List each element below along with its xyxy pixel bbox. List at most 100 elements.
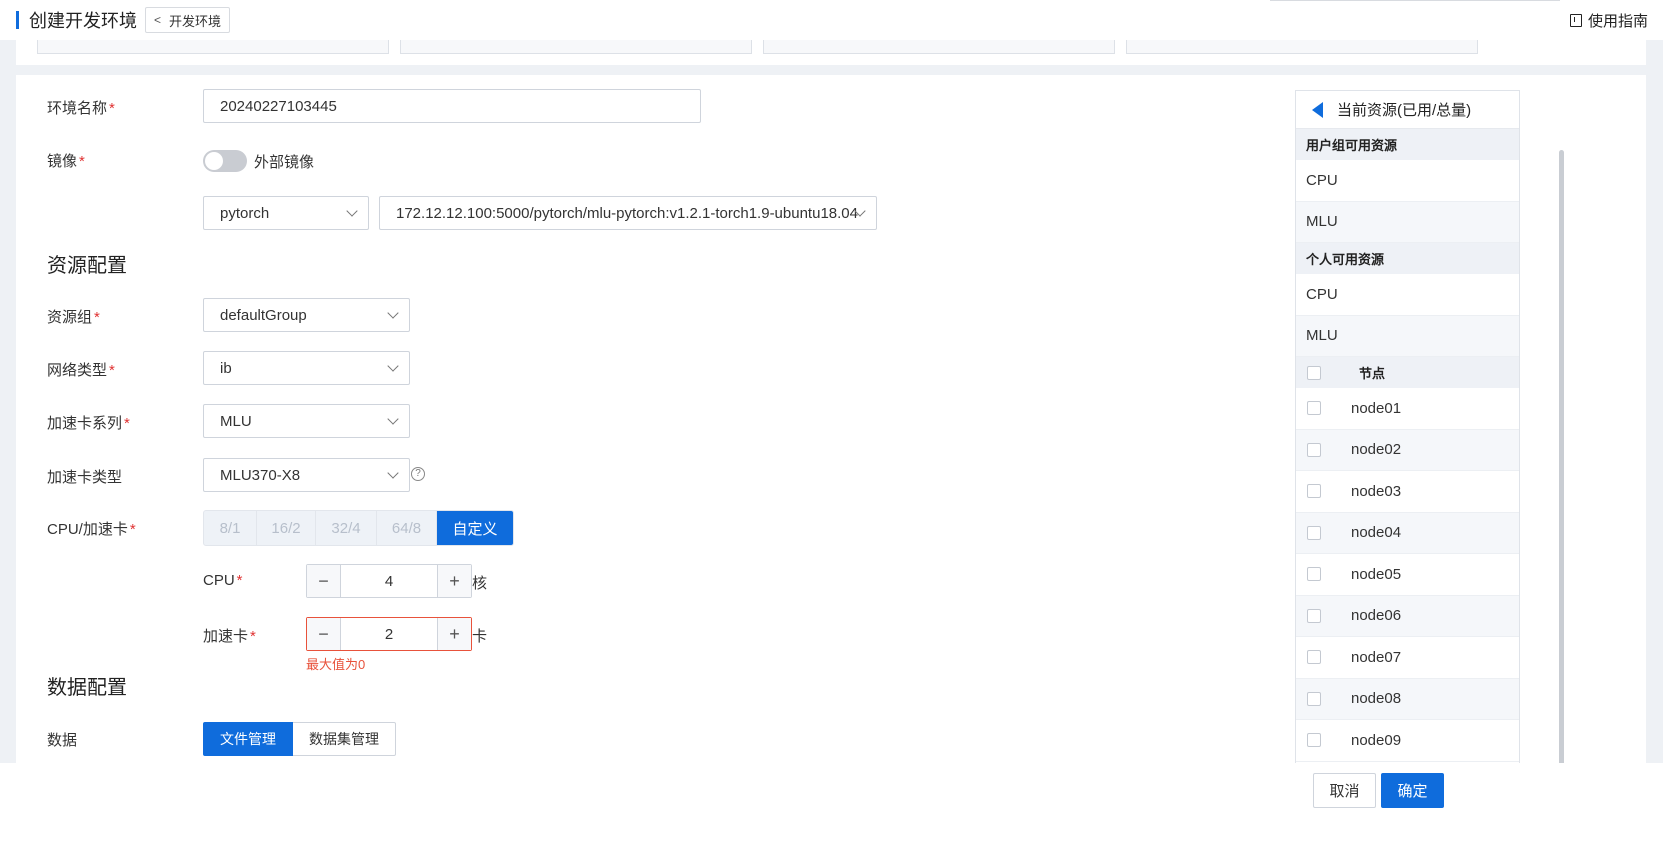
confirm-button[interactable]: 确定: [1381, 773, 1444, 808]
network-type-select[interactable]: ib: [203, 351, 410, 385]
resource-panel-header[interactable]: 当前资源(已用/总量): [1296, 91, 1519, 129]
node-name: node09: [1351, 731, 1402, 749]
card-increment-button[interactable]: +: [437, 618, 471, 650]
node-row[interactable]: node06: [1296, 595, 1519, 637]
card-stepper: − 2 +: [306, 617, 472, 651]
node-row[interactable]: node02: [1296, 429, 1519, 471]
cpu-decrement-button[interactable]: −: [307, 565, 341, 597]
top-bar: 创建开发环境 < 开发环境 使用指南: [0, 0, 1663, 40]
chevron-down-icon: [387, 413, 399, 425]
node-row[interactable]: node01: [1296, 388, 1519, 430]
node-checkbox[interactable]: [1307, 733, 1321, 748]
card-type-value: MLU370-X8: [220, 466, 301, 484]
card-series-select[interactable]: MLU: [203, 404, 410, 438]
cpu-increment-button[interactable]: +: [437, 565, 471, 597]
node-checkbox[interactable]: [1307, 691, 1321, 706]
node-checkbox[interactable]: [1307, 525, 1321, 540]
cpu-card-option-custom[interactable]: 自定义: [437, 511, 513, 545]
cpu-stepper: − 4 +: [306, 564, 472, 598]
chevron-left-icon: <: [154, 13, 162, 27]
node-checkbox[interactable]: [1307, 442, 1321, 457]
data-section-title: 数据配置: [47, 677, 127, 699]
resource-section-title: 资源配置: [47, 255, 127, 277]
node-name: node06: [1351, 607, 1402, 625]
external-image-toggle[interactable]: [203, 150, 247, 172]
node-row[interactable]: node08: [1296, 678, 1519, 720]
node-checkbox[interactable]: [1307, 608, 1321, 623]
env-name-label: 环境名称 *: [47, 100, 115, 117]
node-row[interactable]: node05: [1296, 554, 1519, 596]
chevron-down-icon: [387, 307, 399, 319]
card-series-label: 加速卡系列 *: [47, 415, 130, 432]
cpu-value[interactable]: 4: [341, 565, 437, 597]
resource-panel: 当前资源(已用/总量) 用户组可用资源 CPU MLU 个人可用资源 CPU M…: [1295, 90, 1520, 780]
node-checkbox[interactable]: [1307, 484, 1321, 499]
node-row[interactable]: node04: [1296, 512, 1519, 554]
framework-value: pytorch: [220, 204, 270, 222]
node-name: node03: [1351, 482, 1402, 500]
node-table-header: 节点: [1296, 357, 1519, 388]
personal-resources-title: 个人可用资源: [1296, 243, 1519, 274]
node-name: node02: [1351, 441, 1402, 459]
file-manage-tab[interactable]: 文件管理: [203, 722, 293, 756]
page-title: 创建开发环境: [29, 11, 137, 31]
chevron-down-icon: [387, 360, 399, 372]
network-type-value: ib: [220, 359, 232, 377]
resource-group-select[interactable]: defaultGroup: [203, 298, 410, 332]
node-checkbox[interactable]: [1307, 567, 1321, 582]
card-decrement-button[interactable]: −: [307, 618, 341, 650]
card-value[interactable]: 2: [341, 618, 437, 650]
card-error-message: 最大值为0: [306, 657, 366, 672]
card-type-label: 加速卡类型: [47, 469, 123, 486]
node-name: node04: [1351, 524, 1402, 542]
chevron-down-icon: [346, 205, 358, 217]
help-icon[interactable]: ?: [411, 467, 425, 481]
network-type-label: 网络类型 *: [47, 362, 115, 379]
cpu-card-option[interactable]: 16/2: [257, 511, 316, 545]
node-row[interactable]: node09: [1296, 720, 1519, 762]
cpu-card-label: CPU/加速卡 *: [47, 521, 136, 538]
page-scrollbar[interactable]: [1559, 150, 1564, 770]
guide-link[interactable]: 使用指南: [1569, 10, 1648, 31]
chevron-down-icon: [387, 467, 399, 479]
cpu-card-option[interactable]: 32/4: [316, 511, 377, 545]
env-name-value: 20240227103445: [220, 97, 337, 115]
node-checkbox[interactable]: [1307, 650, 1321, 665]
back-button[interactable]: < 开发环境: [145, 7, 231, 33]
cpu-label: CPU *: [203, 572, 243, 589]
group-resource-mlu: MLU: [1296, 201, 1519, 243]
cpu-card-option[interactable]: 64/8: [377, 511, 437, 545]
book-icon: [1569, 14, 1582, 27]
node-row[interactable]: node07: [1296, 637, 1519, 679]
node-checkbox[interactable]: [1307, 401, 1321, 416]
cards-strip: [16, 40, 1646, 65]
collapse-triangle-icon[interactable]: [1312, 101, 1323, 118]
node-row[interactable]: node03: [1296, 471, 1519, 513]
cpu-unit: 核: [472, 575, 488, 592]
card-unit: 卡: [472, 628, 488, 645]
personal-resource-mlu: MLU: [1296, 315, 1519, 357]
image-label: 镜像 *: [47, 153, 85, 170]
card-series-value: MLU: [220, 412, 252, 430]
framework-select[interactable]: pytorch: [203, 196, 369, 230]
cpu-card-options: 8/1 16/2 32/4 64/8 自定义: [203, 510, 514, 546]
template-card[interactable]: [37, 40, 389, 54]
select-all-checkbox[interactable]: [1307, 365, 1321, 380]
footer-bar: 取消 确定: [0, 763, 1663, 868]
cancel-button[interactable]: 取消: [1313, 773, 1376, 808]
data-label: 数据: [47, 732, 78, 749]
group-resources-title: 用户组可用资源: [1296, 129, 1519, 160]
template-card[interactable]: [400, 40, 752, 54]
env-name-input[interactable]: 20240227103445: [203, 89, 701, 123]
image-url-select[interactable]: 172.12.12.100:5000/pytorch/mlu-pytorch:v…: [379, 196, 877, 230]
node-name: node01: [1351, 399, 1402, 417]
cpu-card-option[interactable]: 8/1: [204, 511, 257, 545]
data-source-tabs: 文件管理 数据集管理: [203, 722, 396, 756]
template-card[interactable]: [1126, 40, 1478, 54]
node-name: node07: [1351, 648, 1402, 666]
template-card[interactable]: [763, 40, 1115, 54]
dataset-manage-tab[interactable]: 数据集管理: [293, 722, 396, 756]
card-type-select[interactable]: MLU370-X8: [203, 458, 410, 492]
top-divider: [1270, 0, 1560, 1]
external-image-label: 外部镜像: [254, 154, 315, 171]
